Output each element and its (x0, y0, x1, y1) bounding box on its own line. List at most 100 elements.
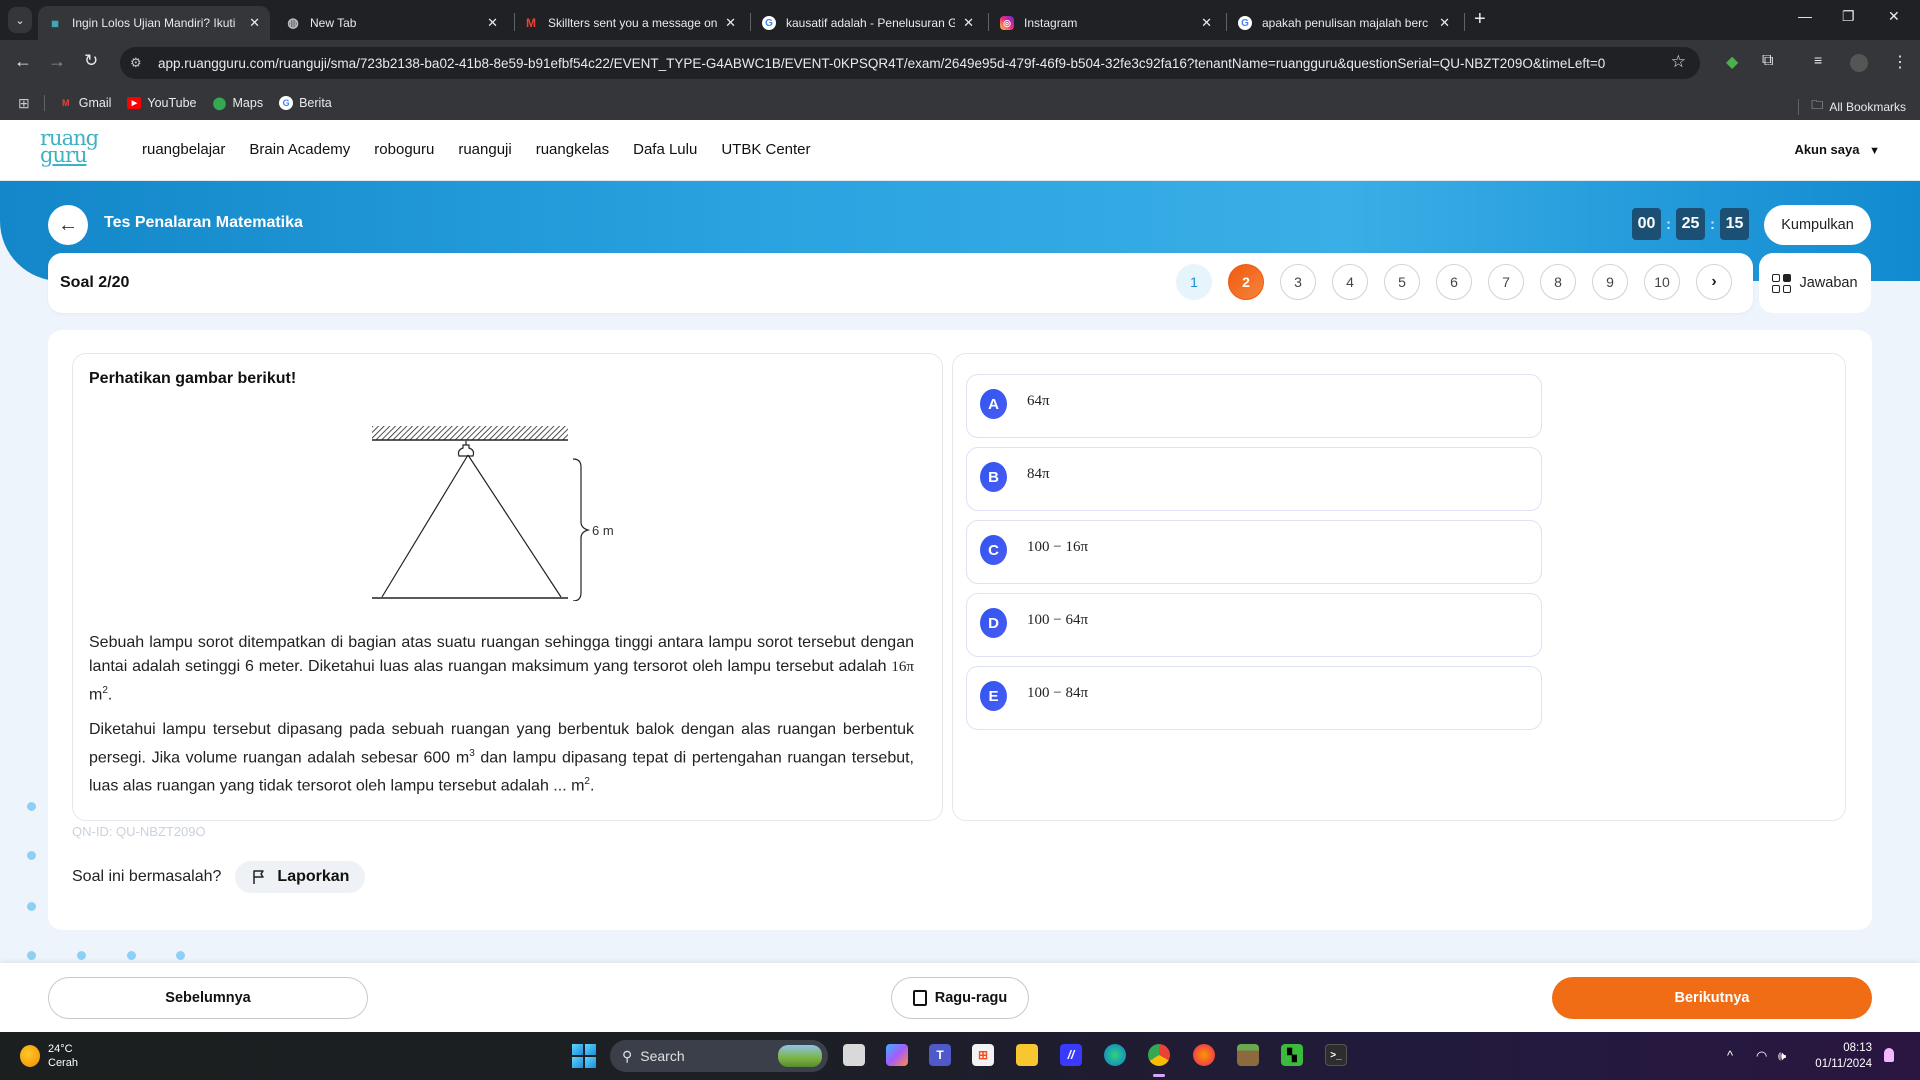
apps-grid-icon[interactable]: ⊞ (18, 95, 30, 112)
task-view-icon[interactable] (843, 1044, 865, 1066)
close-window-icon[interactable]: ✕ (1888, 8, 1900, 25)
edge-icon[interactable] (1104, 1044, 1126, 1066)
address-bar[interactable]: ⚙ app.ruangguru.com/ruanguji/sma/723b213… (120, 47, 1700, 79)
back-button[interactable]: ← (48, 205, 88, 245)
nav-utbk-center[interactable]: UTBK Center (721, 141, 810, 158)
all-bookmarks-button[interactable]: 🗀 All Bookmarks (1798, 96, 1906, 117)
checkbox-icon (912, 990, 927, 1006)
browser-tab[interactable]: M Skillters sent you a message on ✕ (514, 6, 746, 40)
answer-options-panel: A 64π B 84π C 100 − 16π D 100 − 64π E 10… (952, 353, 1846, 821)
extensions-puzzle-icon[interactable]: ⧉ (1762, 52, 1773, 70)
teams-icon[interactable]: T (929, 1044, 951, 1066)
nav-ruanguji[interactable]: ruanguji (458, 141, 511, 158)
profile-avatar[interactable] (1850, 54, 1868, 72)
creeper-icon[interactable]: ▚ (1281, 1044, 1303, 1066)
weather-widget[interactable]: 24°C Cerah (20, 1042, 78, 1070)
next-button[interactable]: Berikutnya (1552, 977, 1872, 1019)
question-intro: Perhatikan gambar berikut! (89, 370, 297, 387)
browser-tab[interactable]: G kausatif adalah - Penelusuran G ✕ (752, 6, 984, 40)
chrome-icon[interactable] (1148, 1044, 1170, 1066)
close-tab-icon[interactable]: ✕ (963, 15, 974, 31)
new-tab-button[interactable]: + (1474, 8, 1486, 31)
file-explorer-icon[interactable] (1016, 1044, 1038, 1066)
wifi-icon[interactable]: ◠ (1756, 1048, 1767, 1064)
question-number-2[interactable]: 2 (1228, 264, 1264, 300)
answer-option-b[interactable]: B 84π (966, 447, 1542, 511)
system-clock[interactable]: 08:13 01/11/2024 (1800, 1040, 1872, 1072)
main-nav: ruangbelajar Brain Academy roboguru ruan… (142, 141, 811, 158)
close-tab-icon[interactable]: ✕ (725, 15, 736, 31)
question-number-1[interactable]: 1 (1176, 264, 1212, 300)
answer-option-a[interactable]: A 64π (966, 374, 1542, 438)
browser-tab[interactable]: ▦ Ingin Lolos Ujian Mandiri? Ikuti ✕ (38, 6, 270, 40)
back-icon[interactable]: ← (14, 51, 32, 72)
previous-button[interactable]: Sebelumnya (48, 977, 368, 1019)
account-menu[interactable]: Akun saya ▼ (1794, 142, 1880, 157)
next-page-chevron-icon[interactable]: › (1696, 264, 1732, 300)
question-number-6[interactable]: 6 (1436, 264, 1472, 300)
site-info-icon[interactable]: ⚙ (130, 55, 152, 71)
nav-ruangbelajar[interactable]: ruangbelajar (142, 141, 225, 158)
tab-search-button[interactable]: ⌄ (8, 7, 32, 33)
notification-bell-icon[interactable] (1884, 1048, 1894, 1062)
question-number-9[interactable]: 9 (1592, 264, 1628, 300)
browser-tab[interactable]: G apakah penulisan majalah berc ✕ (1228, 6, 1460, 40)
submit-exam-button[interactable]: Kumpulkan (1764, 205, 1871, 245)
url-text[interactable]: app.ruangguru.com/ruanguji/sma/723b2138-… (158, 56, 1605, 71)
close-tab-icon[interactable]: ✕ (249, 15, 260, 31)
nav-dafa-lulu[interactable]: Dafa Lulu (633, 141, 697, 158)
nav-ruangkelas[interactable]: ruangkelas (536, 141, 609, 158)
answer-option-e[interactable]: E 100 − 84π (966, 666, 1542, 730)
nav-brain-academy[interactable]: Brain Academy (249, 141, 350, 158)
report-prompt: Soal ini bermasalah? (72, 868, 222, 885)
reload-icon[interactable]: ↻ (84, 51, 98, 71)
answer-option-d[interactable]: D 100 − 64π (966, 593, 1542, 657)
report-button[interactable]: Laporkan (235, 861, 366, 893)
firefox-icon[interactable] (1193, 1044, 1215, 1066)
volume-icon[interactable]: 🕪 (1778, 1048, 1786, 1064)
bookmark-berita[interactable]: G Berita (279, 96, 332, 110)
bookmark-maps[interactable]: ⬤ Maps (213, 96, 263, 110)
doubt-toggle[interactable]: Ragu-ragu (891, 977, 1029, 1019)
question-number-7[interactable]: 7 (1488, 264, 1524, 300)
question-number-8[interactable]: 8 (1540, 264, 1576, 300)
light-beam-left (381, 454, 469, 598)
folder-icon: 🗀 (1811, 98, 1824, 112)
tab-title: Instagram (1024, 16, 1078, 30)
question-number-5[interactable]: 5 (1384, 264, 1420, 300)
browser-menu-icon[interactable]: ⋮ (1892, 52, 1908, 72)
copilot-icon[interactable] (886, 1044, 908, 1066)
close-tab-icon[interactable]: ✕ (487, 15, 498, 31)
question-number-3[interactable]: 3 (1280, 264, 1316, 300)
taskbar-search[interactable]: ⚲ Search (610, 1040, 828, 1072)
question-number-list: 1 2 3 4 5 6 7 8 9 10 › (1176, 264, 1732, 300)
exam-title: Tes Penalaran Matematika (104, 214, 303, 231)
microsoft-store-icon[interactable]: ⊞ (972, 1044, 994, 1066)
restore-icon[interactable]: ❐ (1842, 8, 1855, 25)
browser-tab[interactable]: ◍ New Tab ✕ (276, 6, 508, 40)
close-tab-icon[interactable]: ✕ (1439, 15, 1450, 31)
app-icon[interactable]: // (1060, 1044, 1082, 1066)
bookmark-youtube[interactable]: ▶ YouTube (127, 96, 197, 110)
extension-icon[interactable]: ◆ (1726, 52, 1738, 72)
answer-option-c[interactable]: C 100 − 16π (966, 520, 1542, 584)
terminal-icon[interactable]: >_ (1325, 1044, 1347, 1066)
google-icon: G (1238, 16, 1252, 30)
answers-overview-button[interactable]: Jawaban (1759, 253, 1871, 313)
bookmark-star-icon[interactable]: ☆ (1671, 52, 1686, 72)
media-control-icon[interactable]: ≡ (1814, 52, 1822, 68)
question-number-10[interactable]: 10 (1644, 264, 1680, 300)
minimize-icon[interactable]: — (1798, 8, 1812, 24)
tab-title: Ingin Lolos Ujian Mandiri? Ikuti (72, 16, 236, 30)
browser-tab[interactable]: ◎ Instagram ✕ (990, 6, 1222, 40)
nav-roboguru[interactable]: roboguru (374, 141, 434, 158)
windows-start-icon[interactable] (572, 1044, 596, 1068)
ruangguru-logo[interactable]: ruang guru (40, 128, 99, 166)
minecraft-block-icon[interactable] (1237, 1044, 1259, 1066)
bookmark-gmail[interactable]: M Gmail (59, 96, 111, 110)
close-tab-icon[interactable]: ✕ (1201, 15, 1212, 31)
google-news-icon: G (279, 96, 294, 110)
tray-overflow-icon[interactable]: ^ (1727, 1048, 1733, 1063)
forward-icon[interactable]: → (48, 51, 66, 72)
question-number-4[interactable]: 4 (1332, 264, 1368, 300)
